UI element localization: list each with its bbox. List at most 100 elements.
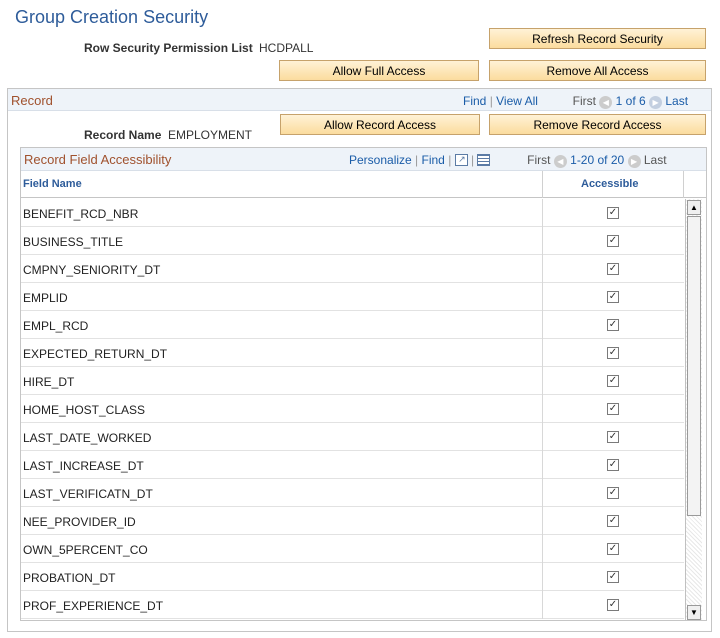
grid-last-label: Last <box>643 153 667 167</box>
grid-title: Record Field Accessibility <box>24 152 172 167</box>
scrollbar-thumb[interactable] <box>687 216 701 516</box>
accessible-checkbox[interactable]: ✓ <box>607 263 619 275</box>
column-divider <box>542 199 543 227</box>
table-row: EMPL_RCD ✓ <box>21 311 684 339</box>
accessible-checkbox[interactable]: ✓ <box>607 599 619 611</box>
remove-all-access-button[interactable]: Remove All Access <box>489 60 706 81</box>
accessible-checkbox[interactable]: ✓ <box>607 403 619 415</box>
table-row: LAST_DATE_WORKED ✓ <box>21 423 684 451</box>
accessible-checkbox[interactable]: ✓ <box>607 515 619 527</box>
grid-header: Record Field Accessibility Personalize |… <box>21 148 706 171</box>
field-name-cell: LAST_DATE_WORKED <box>23 431 152 445</box>
personalize-link[interactable]: Personalize <box>349 153 412 167</box>
table-row: NEE_PROVIDER_ID ✓ <box>21 507 684 535</box>
remove-record-access-button[interactable]: Remove Record Access <box>489 114 706 135</box>
field-name-cell: HOME_HOST_CLASS <box>23 403 146 417</box>
field-name-cell: EMPLID <box>23 291 68 305</box>
allow-record-access-button[interactable]: Allow Record Access <box>280 114 480 135</box>
record-section: Record Find | View All First ◀ 1 of 6 ▶ … <box>7 88 712 632</box>
column-divider <box>542 563 543 591</box>
accessible-checkbox[interactable]: ✓ <box>607 319 619 331</box>
table-row: LAST_VERIFICATN_DT ✓ <box>21 479 684 507</box>
permission-list-label: Row Security Permission List <box>84 41 253 55</box>
field-name-cell: LAST_INCREASE_DT <box>23 459 144 473</box>
refresh-record-security-button[interactable]: Refresh Record Security <box>489 28 706 49</box>
table-row: HIRE_DT ✓ <box>21 367 684 395</box>
record-name-label: Record Name <box>84 128 162 142</box>
grid-rows: BENEFIT_RCD_NBR ✓ BUSINESS_TITLE ✓ CMPNY_SEN… <box>21 199 684 619</box>
accessible-checkbox[interactable]: ✓ <box>607 235 619 247</box>
record-last-link[interactable]: Last <box>665 94 688 108</box>
accessible-checkbox[interactable]: ✓ <box>607 291 619 303</box>
column-divider <box>542 255 543 283</box>
field-name-cell: BUSINESS_TITLE <box>23 235 124 249</box>
accessible-checkbox[interactable]: ✓ <box>607 459 619 471</box>
column-divider <box>542 479 543 507</box>
accessible-checkbox[interactable]: ✓ <box>607 431 619 443</box>
vertical-scrollbar[interactable]: ▲ ▼ <box>685 199 702 620</box>
grid-next-icon[interactable]: ▶ <box>627 155 641 168</box>
grid-find-link[interactable]: Find <box>422 153 445 167</box>
table-row: HOME_HOST_CLASS ✓ <box>21 395 684 423</box>
field-name-cell: EMPL_RCD <box>23 319 89 333</box>
grid-navigation: Personalize | Find | ↗ | First ◀ 1-20 of… <box>349 153 667 168</box>
record-section-header: Record Find | View All First ◀ 1 of 6 ▶ … <box>8 89 711 111</box>
table-row: BUSINESS_TITLE ✓ <box>21 227 684 255</box>
accessible-checkbox[interactable]: ✓ <box>607 375 619 387</box>
grid-previous-icon[interactable]: ◀ <box>553 155 567 168</box>
table-row: EXPECTED_RETURN_DT ✓ <box>21 339 684 367</box>
page-title: Group Creation Security <box>15 7 209 27</box>
grid-first-label: First <box>527 153 551 167</box>
table-row: CMPNY_SENIORITY_DT ✓ <box>21 255 684 283</box>
record-first-label: First <box>572 94 596 108</box>
record-section-label: Record <box>11 93 53 108</box>
field-name-cell: OWN_5PERCENT_CO <box>23 543 148 557</box>
field-name-cell: EXPECTED_RETURN_DT <box>23 347 168 361</box>
new-window-icon[interactable]: ↗ <box>454 154 468 166</box>
accessible-checkbox[interactable]: ✓ <box>607 571 619 583</box>
column-divider <box>542 171 543 198</box>
column-divider <box>542 535 543 563</box>
column-divider <box>542 591 543 619</box>
record-find-link[interactable]: Find <box>463 94 486 108</box>
accessible-checkbox[interactable]: ✓ <box>607 347 619 359</box>
accessible-checkbox[interactable]: ✓ <box>607 543 619 555</box>
previous-record-icon[interactable]: ◀ <box>599 96 613 109</box>
field-name-cell: PROF_EXPERIENCE_DT <box>23 599 164 613</box>
column-divider <box>542 367 543 395</box>
grid-range: 1-20 of 20 <box>570 153 625 167</box>
field-name-cell: HIRE_DT <box>23 375 75 389</box>
table-row: EMPLID ✓ <box>21 283 684 311</box>
allow-full-access-button[interactable]: Allow Full Access <box>279 60 479 81</box>
field-name-cell: CMPNY_SENIORITY_DT <box>23 263 161 277</box>
column-divider <box>542 507 543 535</box>
scroll-down-icon[interactable]: ▼ <box>687 605 701 620</box>
column-header-accessible[interactable]: Accessible <box>581 178 638 190</box>
record-field-grid: Record Field Accessibility Personalize |… <box>20 147 707 621</box>
column-divider <box>542 423 543 451</box>
record-position: 1 of 6 <box>615 94 646 108</box>
scroll-up-icon[interactable]: ▲ <box>687 200 701 215</box>
download-spreadsheet-icon[interactable] <box>477 154 491 166</box>
field-name-cell: BENEFIT_RCD_NBR <box>23 207 139 221</box>
column-divider <box>542 227 543 255</box>
field-name-cell: PROBATION_DT <box>23 571 116 585</box>
table-row: BENEFIT_RCD_NBR ✓ <box>21 199 684 227</box>
table-row: LAST_INCREASE_DT ✓ <box>21 451 684 479</box>
record-navigation: Find | View All First ◀ 1 of 6 ▶ Last <box>463 94 688 109</box>
column-divider <box>683 171 684 198</box>
column-divider <box>542 311 543 339</box>
view-all-link[interactable]: View All <box>496 94 538 108</box>
column-header-field-name[interactable]: Field Name <box>23 178 82 190</box>
permission-list-value: HCDPALL <box>259 41 314 55</box>
column-headers: Field Name Accessible <box>21 171 706 198</box>
accessible-checkbox[interactable]: ✓ <box>607 207 619 219</box>
column-divider <box>542 395 543 423</box>
accessible-checkbox[interactable]: ✓ <box>607 487 619 499</box>
column-divider <box>542 451 543 479</box>
column-divider <box>542 283 543 311</box>
record-name-value: EMPLOYMENT <box>168 128 253 142</box>
table-row: PROBATION_DT ✓ <box>21 563 684 591</box>
column-divider <box>542 339 543 367</box>
next-record-icon[interactable]: ▶ <box>649 96 663 109</box>
